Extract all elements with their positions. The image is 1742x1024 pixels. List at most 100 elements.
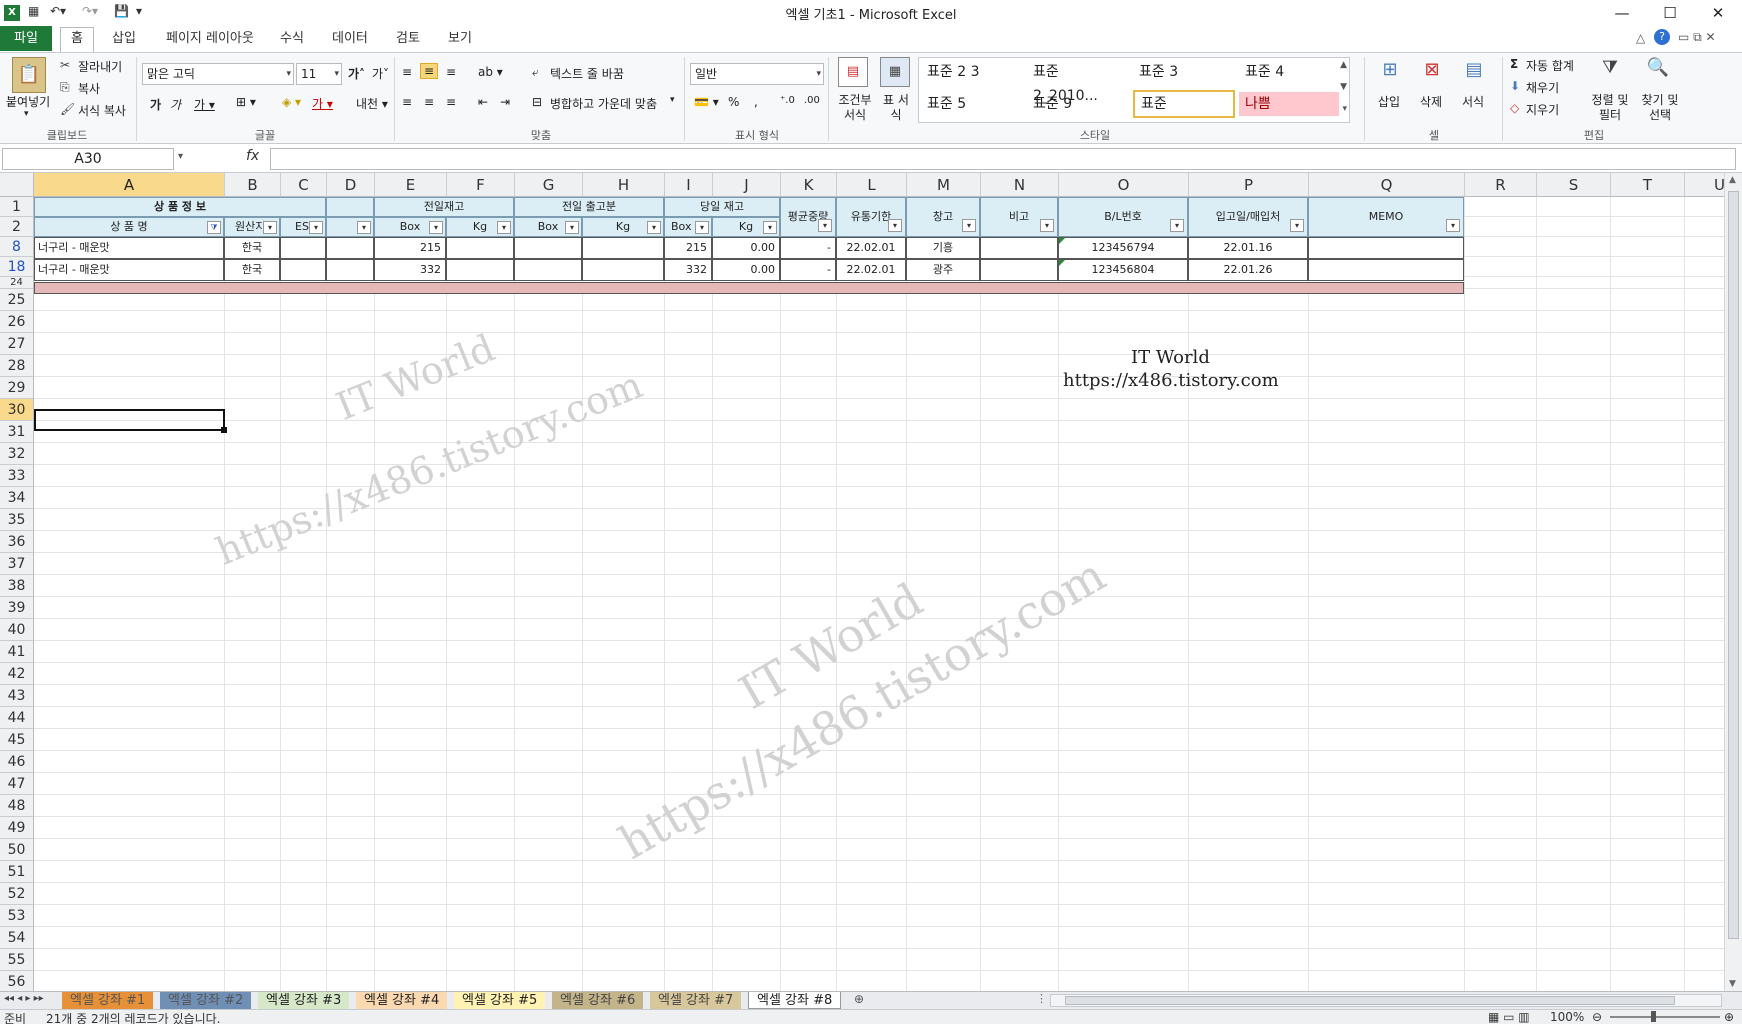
- cell-name[interactable]: 너구리 - 매운맛: [34, 259, 224, 281]
- cell-expiry[interactable]: 22.02.01: [836, 259, 906, 281]
- scroll-up-icon[interactable]: ▲: [1729, 175, 1736, 185]
- cell-empty[interactable]: [980, 237, 1058, 259]
- undo-icon[interactable]: ↶▾: [50, 4, 66, 22]
- sheet-tab-3[interactable]: 엑셀 강좌 #3: [258, 992, 350, 1009]
- gallery-down-icon[interactable]: ▼: [1340, 82, 1347, 92]
- align-center-icon[interactable]: ≡: [424, 95, 434, 109]
- cell-empty[interactable]: [582, 237, 664, 259]
- column-header-p[interactable]: P: [1189, 173, 1309, 197]
- tab-data[interactable]: 데이터: [322, 28, 378, 50]
- active-cell[interactable]: [34, 409, 225, 431]
- number-format-select[interactable]: 일반 ▾: [690, 63, 824, 85]
- cell-avg[interactable]: -: [780, 259, 836, 281]
- cell-empty[interactable]: [280, 259, 326, 281]
- cell-today-kg[interactable]: 0.00: [712, 237, 780, 259]
- cell-inbound[interactable]: 22.01.16: [1188, 237, 1308, 259]
- sheet-tab-1[interactable]: 엑셀 강좌 #1: [62, 992, 154, 1009]
- cell-prev-box[interactable]: 215: [374, 237, 446, 259]
- row-header-37[interactable]: 37: [0, 553, 34, 575]
- column-header-q[interactable]: Q: [1309, 173, 1465, 197]
- sort-filter-icon[interactable]: ⧩: [1596, 57, 1624, 85]
- autosum-icon[interactable]: Σ: [1510, 57, 1518, 71]
- cell-bl[interactable]: 123456794: [1058, 237, 1188, 259]
- cut-button[interactable]: 잘라내기: [78, 58, 122, 75]
- cell-empty[interactable]: [446, 259, 514, 281]
- column-header-f[interactable]: F: [447, 173, 515, 197]
- style-bad[interactable]: 나쁨: [1239, 92, 1339, 116]
- delete-cells-icon[interactable]: ⊠: [1418, 59, 1446, 87]
- tab-review[interactable]: 검토: [386, 28, 430, 50]
- cell-prev-box[interactable]: 332: [374, 259, 446, 281]
- column-header-b[interactable]: B: [225, 173, 281, 197]
- filter-warehouse[interactable]: ▾: [962, 219, 976, 232]
- row-header-18[interactable]: 18: [0, 257, 34, 277]
- merge-icon[interactable]: ⊟: [532, 95, 542, 109]
- fill-icon[interactable]: ⬇: [1510, 79, 1520, 93]
- column-header-c[interactable]: C: [281, 173, 327, 197]
- column-header-s[interactable]: S: [1537, 173, 1611, 197]
- column-header-a[interactable]: A: [34, 173, 225, 197]
- align-bottom-icon[interactable]: ≡: [446, 65, 456, 79]
- align-top-icon[interactable]: ≡: [402, 65, 412, 79]
- cell-today-box[interactable]: 215: [664, 237, 712, 259]
- column-header-i[interactable]: I: [665, 173, 713, 197]
- tab-view[interactable]: 보기: [438, 28, 482, 50]
- clear-button[interactable]: 지우기: [1526, 101, 1559, 118]
- comma-icon[interactable]: ,: [754, 95, 758, 109]
- row-header-1[interactable]: 1: [0, 197, 34, 217]
- cell-origin[interactable]: 한국: [224, 259, 280, 281]
- style-normal-3[interactable]: 표준 3: [1133, 60, 1233, 84]
- filter-note[interactable]: ▾: [1040, 219, 1054, 232]
- row-header-30[interactable]: 30: [0, 399, 34, 421]
- row-header-27[interactable]: 27: [0, 333, 34, 355]
- align-right-icon[interactable]: ≡: [446, 95, 456, 109]
- view-mode-icons[interactable]: ▦ ▭ ▥: [1488, 1010, 1530, 1024]
- name-box-dropdown-icon[interactable]: ▾: [178, 151, 183, 162]
- zoom-slider[interactable]: [1610, 1016, 1720, 1018]
- row-header-53[interactable]: 53: [0, 905, 34, 927]
- zoom-level[interactable]: 100%: [1550, 1010, 1584, 1024]
- column-header-h[interactable]: H: [583, 173, 665, 197]
- save-icon[interactable]: 💾: [114, 4, 129, 22]
- column-header-r[interactable]: R: [1465, 173, 1537, 197]
- cell-empty[interactable]: [446, 237, 514, 259]
- fill-handle[interactable]: [221, 427, 227, 433]
- format-button[interactable]: 서식: [1462, 93, 1484, 110]
- column-header-l[interactable]: L: [837, 173, 907, 197]
- font-color-icon[interactable]: 가 ▾: [312, 95, 333, 112]
- row-header-34[interactable]: 34: [0, 487, 34, 509]
- tab-formulas[interactable]: 수식: [270, 28, 314, 50]
- row-header-33[interactable]: 33: [0, 465, 34, 487]
- row-header-44[interactable]: 44: [0, 707, 34, 729]
- cell-expiry[interactable]: 22.02.01: [836, 237, 906, 259]
- cell-warehouse[interactable]: 기흥: [906, 237, 980, 259]
- cell-empty[interactable]: [326, 237, 374, 259]
- row-header-36[interactable]: 36: [0, 531, 34, 553]
- insert-cells-icon[interactable]: ⊞: [1376, 59, 1404, 87]
- style-normal-9[interactable]: 표준 9: [1027, 92, 1127, 116]
- bold-icon[interactable]: 가: [150, 96, 161, 113]
- conditional-format-icon[interactable]: ▤: [838, 57, 868, 87]
- delete-button[interactable]: 삭제: [1420, 93, 1442, 110]
- worksheet-grid[interactable]: ABCDEFGHIJKLMNOPQRSTU 1 2 8 18 24 25 26 27 28 29 3…: [0, 173, 1724, 991]
- paste-icon[interactable]: 📋: [12, 57, 46, 93]
- insert-button[interactable]: 삽입: [1378, 93, 1400, 110]
- sheet-tab-7[interactable]: 엑셀 강좌 #7: [650, 992, 742, 1009]
- tab-home[interactable]: 홈: [60, 27, 94, 52]
- row-header-56[interactable]: 56: [0, 971, 34, 991]
- row-header-29[interactable]: 29: [0, 377, 34, 399]
- font-name-select[interactable]: 맑은 고딕 ▾: [142, 63, 294, 85]
- cell-empty[interactable]: [280, 237, 326, 259]
- cell-avg[interactable]: -: [780, 237, 836, 259]
- cell-origin[interactable]: 한국: [224, 237, 280, 259]
- customize-qat-icon[interactable]: ▾: [136, 4, 142, 22]
- minimize-button[interactable]: —: [1602, 2, 1642, 24]
- format-as-table-icon[interactable]: ▦: [880, 57, 910, 87]
- cell-empty[interactable]: [582, 259, 664, 281]
- formula-input[interactable]: [270, 148, 1736, 170]
- merge-center-button[interactable]: 병합하고 가운데 맞춤: [550, 95, 657, 112]
- border-icon[interactable]: ⊞ ▾: [236, 95, 256, 109]
- horizontal-scrollbar[interactable]: [1050, 994, 1722, 1007]
- column-header-e[interactable]: E: [375, 173, 447, 197]
- row-header-2[interactable]: 2: [0, 217, 34, 237]
